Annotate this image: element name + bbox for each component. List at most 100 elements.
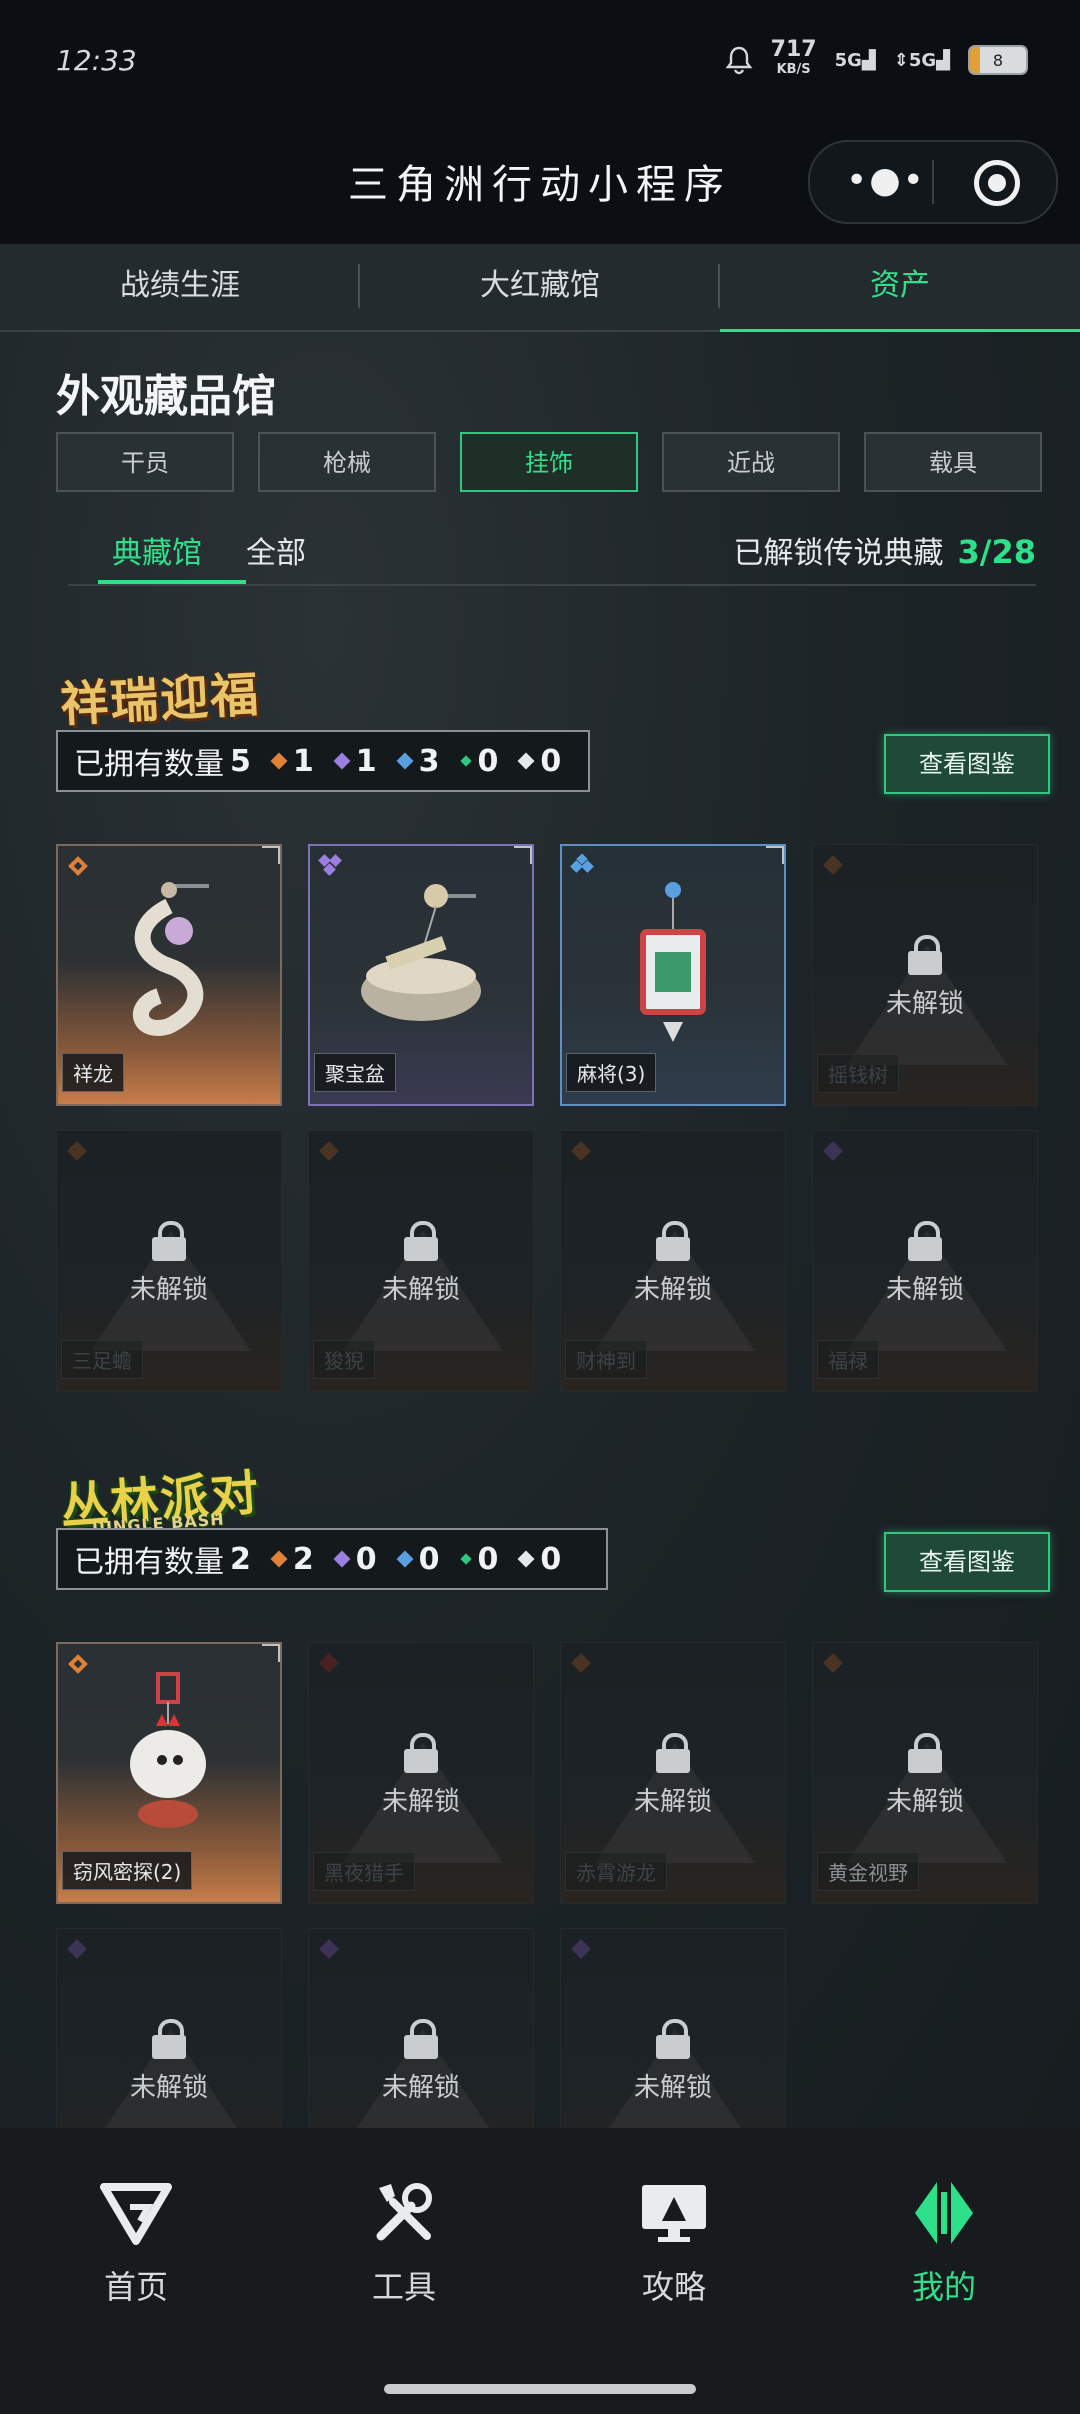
owned-label: 已拥有数量 <box>74 1545 224 1580</box>
owned-total: 2 <box>230 1541 251 1577</box>
item-card-yaoqianshu[interactable]: 未解锁 摇钱树 <box>812 844 1038 1106</box>
status-icons: 717 KB/S 5G▟ ⇕5G▟ 8 <box>725 37 1028 80</box>
item-card-sanzuchan[interactable]: 未解锁 三足蟾 <box>56 1130 282 1392</box>
item-card-chixiao-youlong[interactable]: 未解锁 赤霄游龙 <box>560 1642 786 1904</box>
rarity-purple-icon <box>319 1939 339 1959</box>
card-corner <box>262 1644 280 1662</box>
category-melee[interactable]: 近战 <box>662 432 840 492</box>
item-name: 黄金视野 <box>817 1852 919 1891</box>
locked-label: 未解锁 <box>633 1787 712 1817</box>
signal-1-icon: 5G▟ <box>834 49 876 71</box>
item-name: 聚宝盆 <box>314 1053 396 1092</box>
item-card-xianglong[interactable]: 祥龙 <box>56 844 282 1106</box>
network-speed: 717 KB/S <box>770 37 817 80</box>
status-time: 12:33 <box>56 44 137 77</box>
rarity-green-count: 0 <box>459 744 498 779</box>
tab-red-collection[interactable]: 大红藏馆 <box>360 244 720 330</box>
lock-overlay: 未解锁 <box>309 2019 533 2104</box>
card-corner <box>766 846 784 864</box>
rarity-purple-count: 1 <box>333 744 377 779</box>
owned-summary-2: 已拥有数量 2 2 0 0 0 0 <box>56 1528 608 1590</box>
view-catalog-button-1[interactable]: 查看图鉴 <box>884 734 1050 794</box>
sub-tab-all[interactable]: 全部 <box>246 528 306 572</box>
lock-icon <box>656 1221 690 1261</box>
lock-overlay: 未解锁 <box>813 935 1037 1020</box>
nav-profile-label: 我的 <box>911 2268 976 2306</box>
lock-overlay: 未解锁 <box>813 1733 1037 1818</box>
guide-monitor-icon <box>642 2185 706 2242</box>
item-name: 财神到 <box>565 1340 647 1379</box>
lock-icon <box>404 1733 438 1773</box>
locked-label: 未解锁 <box>885 989 964 1019</box>
sub-tabs: 典藏馆 全部 已解锁传说典藏 3/28 <box>68 524 1036 586</box>
battery-icon: 8 <box>968 45 1028 75</box>
nav-guide[interactable]: 攻略 <box>594 2178 754 2308</box>
more-menu-icon[interactable]: •●• <box>846 160 926 201</box>
top-bar: 12:33 717 KB/S 5G▟ ⇕5G▟ 8 三角洲行动小程序 •●• <box>0 0 1080 244</box>
dragon-charm-icon <box>132 882 209 1036</box>
rarity-orange-icon <box>823 855 843 875</box>
nav-home[interactable]: 首页 <box>56 2178 216 2308</box>
nav-profile[interactable]: 我的 <box>864 2178 1024 2308</box>
owned-total: 5 <box>230 743 251 779</box>
item-card-heiye-lieshou[interactable]: 未解锁 黑夜猎手 <box>308 1642 534 1904</box>
lock-overlay: 未解锁 <box>561 1733 785 1818</box>
bottom-nav: 首页 工具 攻略 我的 <box>0 2128 1080 2414</box>
view-catalog-button-2[interactable]: 查看图鉴 <box>884 1532 1050 1592</box>
lock-overlay: 未解锁 <box>309 1733 533 1818</box>
network-speed-value: 717 <box>770 37 817 62</box>
nav-tools[interactable]: 工具 <box>324 2178 484 2308</box>
category-charms[interactable]: 挂饰 <box>460 432 638 492</box>
battery-level: 8 <box>992 50 1004 70</box>
item-card-jubaopen[interactable]: 聚宝盆 <box>308 844 534 1106</box>
item-name: 狻猊 <box>313 1340 375 1379</box>
item-card-fulu[interactable]: 未解锁 福禄 <box>812 1130 1038 1392</box>
rarity-orange-icon <box>319 1141 339 1161</box>
rarity-white-count: 0 <box>517 744 561 779</box>
home-indicator[interactable] <box>384 2384 696 2394</box>
item-name: 福禄 <box>817 1340 879 1379</box>
item-card-caishendao[interactable]: 未解锁 财神到 <box>560 1130 786 1392</box>
rarity-green-count: 0 <box>459 1542 498 1577</box>
item-name: 黑夜猎手 <box>313 1852 415 1891</box>
page-title: 外观藏品馆 <box>56 371 276 422</box>
sub-tab-collection-hall[interactable]: 典藏馆 <box>112 528 202 572</box>
locked-label: 未解锁 <box>381 2073 460 2103</box>
tab-assets[interactable]: 资产 <box>720 244 1080 332</box>
owned-label: 已拥有数量 <box>74 747 224 782</box>
item-card-qiefeng-mitan[interactable]: 窃风密探(2) <box>56 1642 282 1904</box>
item-name: 赤霄游龙 <box>565 1852 667 1891</box>
card-corner <box>262 846 280 864</box>
category-operator[interactable]: 干员 <box>56 432 234 492</box>
collection-logo-jungle-bash: 丛林派对 JUNGLE BASH <box>58 1453 262 1538</box>
unlock-label: 已解锁传说典藏 <box>733 536 944 571</box>
category-guns[interactable]: 枪械 <box>258 432 436 492</box>
item-name: 三足蟾 <box>61 1340 143 1379</box>
top-tabs: 战绩生涯 大红藏馆 资产 <box>0 244 1080 332</box>
rarity-orange-icon <box>571 1653 591 1673</box>
lock-overlay: 未解锁 <box>309 1221 533 1306</box>
tools-icon <box>376 2183 432 2241</box>
item-card-huangjin-shiye[interactable]: 未解锁 黄金视野 <box>812 1642 1038 1904</box>
rarity-orange-icon <box>68 1654 88 1674</box>
rarity-blue-icon <box>570 853 594 873</box>
tab-career[interactable]: 战绩生涯 <box>0 244 360 330</box>
signal-2-icon: ⇕5G▟ <box>893 49 950 71</box>
bell-icon <box>725 46 753 75</box>
lock-icon <box>908 935 942 975</box>
locked-label: 未解锁 <box>633 2073 712 2103</box>
sub-tab-underline <box>98 580 246 584</box>
locked-label: 未解锁 <box>633 1275 712 1305</box>
card-corner <box>514 846 532 864</box>
lock-icon <box>152 1221 186 1261</box>
lock-icon <box>908 1221 942 1261</box>
lock-icon <box>404 2019 438 2059</box>
category-vehicles[interactable]: 载具 <box>864 432 1042 492</box>
close-mini-program-icon[interactable] <box>974 160 1020 206</box>
item-name: 摇钱树 <box>817 1054 899 1093</box>
item-card-mahjong[interactable]: 麻将(3) <box>560 844 786 1106</box>
capsule-divider <box>932 160 934 204</box>
delta-logo-icon <box>100 2183 172 2245</box>
item-card-suanni[interactable]: 未解锁 狻猊 <box>308 1130 534 1392</box>
locked-label: 未解锁 <box>129 1275 208 1305</box>
